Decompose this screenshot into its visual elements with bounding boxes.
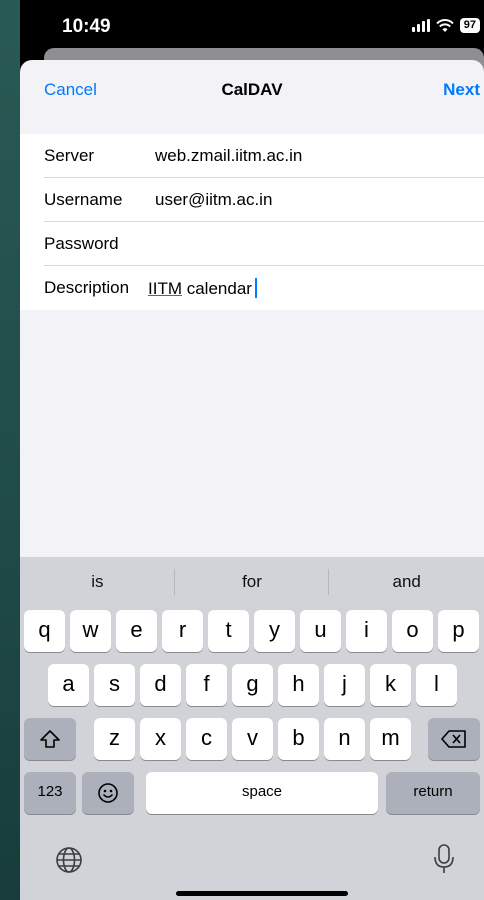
description-word-rest: calendar bbox=[182, 279, 252, 298]
battery-icon: 97 bbox=[459, 18, 480, 33]
key-n[interactable]: n bbox=[324, 718, 365, 760]
server-label: Server bbox=[44, 146, 95, 165]
key-g[interactable]: g bbox=[232, 664, 273, 706]
globe-icon[interactable] bbox=[54, 845, 84, 880]
space-key[interactable]: space bbox=[146, 772, 378, 814]
emoji-key[interactable] bbox=[82, 772, 134, 814]
signal-icon bbox=[411, 19, 430, 32]
password-row[interactable]: Password bbox=[20, 222, 484, 266]
key-p[interactable]: p bbox=[438, 610, 479, 652]
username-row[interactable]: Username user@iitm.ac.in bbox=[20, 178, 484, 222]
status-icons: 97 bbox=[411, 18, 480, 33]
key-x[interactable]: x bbox=[140, 718, 181, 760]
key-j[interactable]: j bbox=[324, 664, 365, 706]
description-label: Description bbox=[44, 278, 130, 297]
key-h[interactable]: h bbox=[278, 664, 319, 706]
key-o[interactable]: o bbox=[392, 610, 433, 652]
key-s[interactable]: s bbox=[94, 664, 135, 706]
description-word-marked: IITM bbox=[148, 279, 182, 298]
next-button[interactable]: Next bbox=[443, 80, 480, 100]
status-time: 10:49 bbox=[62, 16, 111, 37]
key-v[interactable]: v bbox=[232, 718, 273, 760]
account-form: Server web.zmail.iitm.ac.in Username use… bbox=[20, 134, 484, 310]
key-b[interactable]: b bbox=[278, 718, 319, 760]
key-i[interactable]: i bbox=[346, 610, 387, 652]
suggestion-bar: is for and bbox=[20, 557, 484, 607]
key-y[interactable]: y bbox=[254, 610, 295, 652]
description-field[interactable]: IITM calendar bbox=[148, 278, 257, 299]
status-bar: 10:49 97 bbox=[20, 0, 484, 50]
delete-key[interactable] bbox=[428, 718, 480, 760]
password-label: Password bbox=[44, 234, 119, 253]
server-field[interactable]: web.zmail.iitm.ac.in bbox=[155, 146, 302, 166]
description-row[interactable]: Description IITM calendar bbox=[20, 266, 484, 310]
nav-bar: Cancel CalDAV Next bbox=[20, 60, 484, 116]
emoji-icon bbox=[98, 783, 118, 803]
username-field[interactable]: user@iitm.ac.in bbox=[155, 190, 272, 210]
key-c[interactable]: c bbox=[186, 718, 227, 760]
microphone-icon[interactable] bbox=[432, 843, 456, 880]
key-k[interactable]: k bbox=[370, 664, 411, 706]
key-d[interactable]: d bbox=[140, 664, 181, 706]
shift-icon bbox=[40, 730, 60, 748]
suggestion-item[interactable]: for bbox=[175, 557, 330, 607]
home-indicator bbox=[176, 891, 348, 896]
backspace-icon bbox=[441, 730, 466, 748]
suggestion-item[interactable]: and bbox=[329, 557, 484, 607]
page-title: CalDAV bbox=[221, 80, 283, 99]
caldav-sheet: Cancel CalDAV Next Server web.zmail.iitm… bbox=[20, 60, 484, 900]
shift-key[interactable] bbox=[24, 718, 76, 760]
key-q[interactable]: q bbox=[24, 610, 65, 652]
key-z[interactable]: z bbox=[94, 718, 135, 760]
key-a[interactable]: a bbox=[48, 664, 89, 706]
key-r[interactable]: r bbox=[162, 610, 203, 652]
phone-screen: 10:49 97 Cancel CalDAV Next Server web.z… bbox=[20, 0, 484, 900]
key-f[interactable]: f bbox=[186, 664, 227, 706]
return-key[interactable]: return bbox=[386, 772, 480, 814]
keyboard: is for and q w e r t y u i o p a s d f g… bbox=[20, 557, 484, 900]
key-u[interactable]: u bbox=[300, 610, 341, 652]
key-w[interactable]: w bbox=[70, 610, 111, 652]
username-label: Username bbox=[44, 190, 123, 209]
wifi-icon bbox=[436, 18, 454, 32]
numbers-key[interactable]: 123 bbox=[24, 772, 76, 814]
key-m[interactable]: m bbox=[370, 718, 411, 760]
suggestion-item[interactable]: is bbox=[20, 557, 175, 607]
server-row[interactable]: Server web.zmail.iitm.ac.in bbox=[20, 134, 484, 178]
key-t[interactable]: t bbox=[208, 610, 249, 652]
text-cursor bbox=[254, 278, 257, 298]
key-l[interactable]: l bbox=[416, 664, 457, 706]
key-e[interactable]: e bbox=[116, 610, 157, 652]
